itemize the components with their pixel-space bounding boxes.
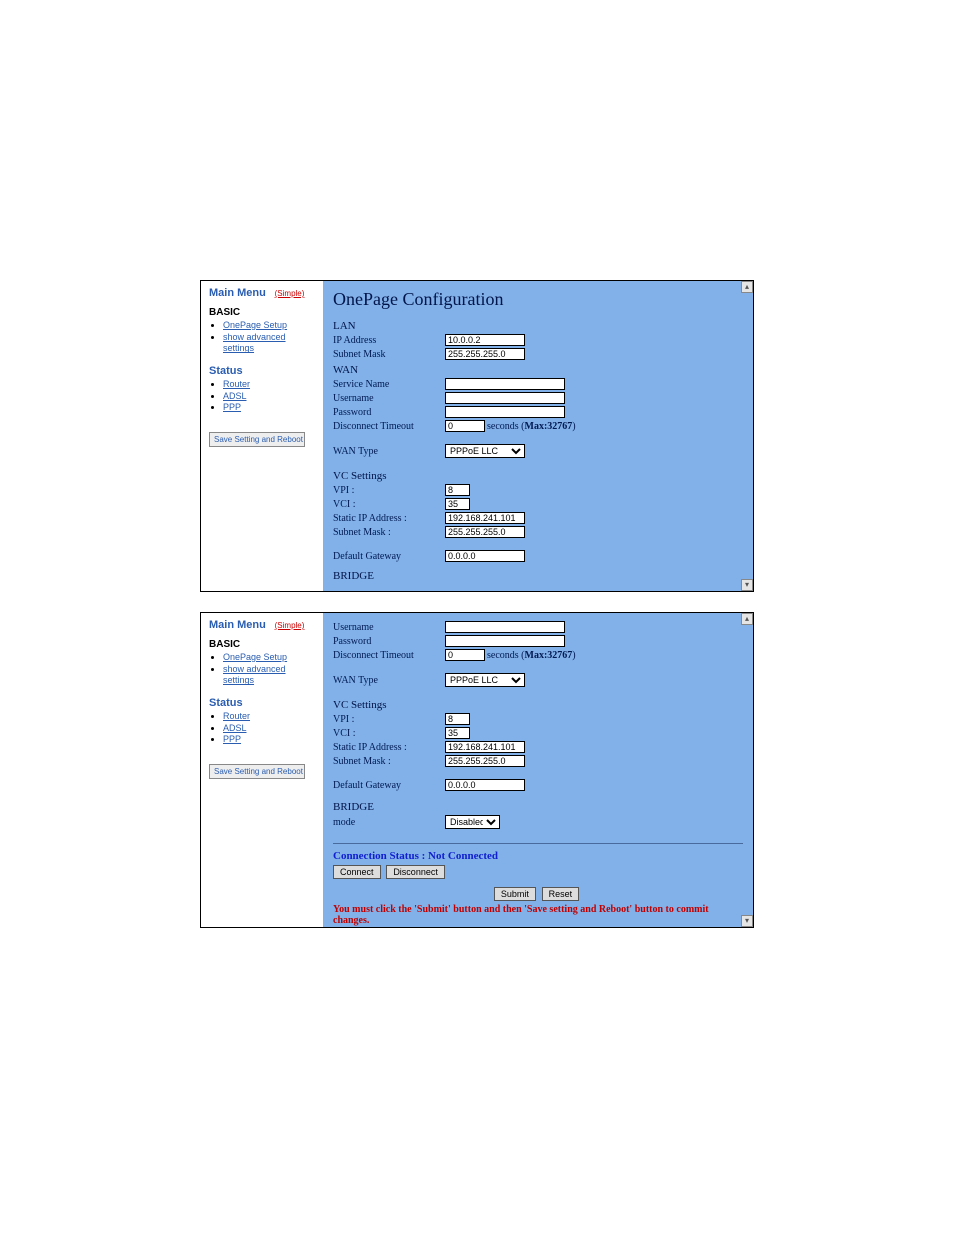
vc-hdr-b: VC Settings bbox=[333, 699, 743, 711]
conn-status: Connection Status : Not Connected bbox=[333, 850, 743, 862]
scroll-down-icon[interactable]: ▾ bbox=[741, 579, 753, 591]
sip-input[interactable] bbox=[445, 512, 525, 524]
nav-ppp-b[interactable]: PPP bbox=[223, 734, 241, 744]
mode-select[interactable]: Disabled bbox=[445, 815, 500, 829]
smask-label: Subnet Mask : bbox=[333, 527, 445, 538]
status-hdr-b: Status bbox=[209, 697, 319, 709]
reset-button[interactable]: Reset bbox=[542, 887, 580, 901]
content-bot: ▴ ▾ Username Password Disconnect Timeout… bbox=[323, 613, 753, 927]
ip-label: IP Address bbox=[333, 335, 445, 346]
vpi-input-b[interactable] bbox=[445, 713, 470, 725]
lan-hdr: LAN bbox=[333, 320, 743, 332]
status-hdr: Status bbox=[209, 365, 319, 377]
user-label-b: Username bbox=[333, 622, 445, 633]
save-reboot-button[interactable]: Save Setting and Reboot bbox=[209, 432, 305, 447]
nav-advanced-b[interactable]: show advanced settings bbox=[223, 664, 286, 686]
gw-input[interactable] bbox=[445, 550, 525, 562]
gw-input-b[interactable] bbox=[445, 779, 525, 791]
disc-note-b: seconds (Max:32767) bbox=[487, 650, 576, 661]
page-title: OnePage Configuration bbox=[333, 289, 743, 310]
nav-advanced[interactable]: show advanced settings bbox=[223, 332, 286, 354]
svc-label: Service Name bbox=[333, 379, 445, 390]
disconnect-button[interactable]: Disconnect bbox=[386, 865, 445, 879]
disc-label: Disconnect Timeout bbox=[333, 421, 445, 432]
bottom-panel: Main Menu (Simple) BASIC OnePage Setup s… bbox=[200, 612, 754, 928]
gw-label: Default Gateway bbox=[333, 551, 445, 562]
sip-label-b: Static IP Address : bbox=[333, 742, 445, 753]
bridge-hdr-b: BRIDGE bbox=[333, 801, 743, 813]
basic-hdr: BASIC bbox=[209, 307, 319, 318]
pass-input[interactable] bbox=[445, 406, 565, 418]
pass-label: Password bbox=[333, 407, 445, 418]
nav-router-b[interactable]: Router bbox=[223, 711, 250, 721]
ip-input[interactable] bbox=[445, 334, 525, 346]
sip-input-b[interactable] bbox=[445, 741, 525, 753]
vpi-label-b: VPI : bbox=[333, 714, 445, 725]
mask-input[interactable] bbox=[445, 348, 525, 360]
scroll-up-icon[interactable]: ▴ bbox=[741, 281, 753, 293]
nav-onepage[interactable]: OnePage Setup bbox=[223, 320, 287, 330]
simple-link[interactable]: (Simple) bbox=[275, 289, 305, 298]
vc-hdr: VC Settings bbox=[333, 470, 743, 482]
mask-label: Subnet Mask bbox=[333, 349, 445, 360]
vpi-input[interactable] bbox=[445, 484, 470, 496]
wan-hdr: WAN bbox=[333, 364, 743, 376]
sidebar-b: Main Menu (Simple) BASIC OnePage Setup s… bbox=[201, 613, 323, 927]
smask-input-b[interactable] bbox=[445, 755, 525, 767]
pass-label-b: Password bbox=[333, 636, 445, 647]
scroll-down-icon-b[interactable]: ▾ bbox=[741, 915, 753, 927]
bridge-hdr: BRIDGE bbox=[333, 570, 743, 582]
sip-label: Static IP Address : bbox=[333, 513, 445, 524]
vci-input[interactable] bbox=[445, 498, 470, 510]
main-menu-hdr-b: Main Menu bbox=[209, 619, 266, 631]
sidebar: Main Menu (Simple) BASIC OnePage Setup s… bbox=[201, 281, 323, 591]
user-label: Username bbox=[333, 393, 445, 404]
top-panel: Main Menu (Simple) BASIC OnePage Setup s… bbox=[200, 280, 754, 592]
wantype-label-b: WAN Type bbox=[333, 675, 445, 686]
divider bbox=[333, 843, 743, 844]
submit-button[interactable]: Submit bbox=[494, 887, 536, 901]
vci-label: VCI : bbox=[333, 499, 445, 510]
disc-note: seconds (Max:32767) bbox=[487, 421, 576, 432]
content-top: ▴ ▾ OnePage Configuration LAN IP Address… bbox=[323, 281, 753, 591]
simple-link-b[interactable]: (Simple) bbox=[275, 621, 305, 630]
gw-label-b: Default Gateway bbox=[333, 780, 445, 791]
disc-input-b[interactable] bbox=[445, 649, 485, 661]
disc-input[interactable] bbox=[445, 420, 485, 432]
basic-hdr-b: BASIC bbox=[209, 639, 319, 650]
disc-label-b: Disconnect Timeout bbox=[333, 650, 445, 661]
mode-label: mode bbox=[333, 817, 445, 828]
nav-router[interactable]: Router bbox=[223, 379, 250, 389]
nav-adsl-b[interactable]: ADSL bbox=[223, 723, 247, 733]
nav-onepage-b[interactable]: OnePage Setup bbox=[223, 652, 287, 662]
nav-ppp[interactable]: PPP bbox=[223, 402, 241, 412]
smask-label-b: Subnet Mask : bbox=[333, 756, 445, 767]
smask-input[interactable] bbox=[445, 526, 525, 538]
save-reboot-button-b[interactable]: Save Setting and Reboot bbox=[209, 764, 305, 779]
wantype-select-b[interactable]: PPPoE LLC bbox=[445, 673, 525, 687]
main-menu-hdr: Main Menu bbox=[209, 287, 266, 299]
scroll-up-icon-b[interactable]: ▴ bbox=[741, 613, 753, 625]
user-input[interactable] bbox=[445, 392, 565, 404]
user-input-b[interactable] bbox=[445, 621, 565, 633]
connect-button[interactable]: Connect bbox=[333, 865, 381, 879]
vci-label-b: VCI : bbox=[333, 728, 445, 739]
pass-input-b[interactable] bbox=[445, 635, 565, 647]
wantype-label: WAN Type bbox=[333, 446, 445, 457]
nav-adsl[interactable]: ADSL bbox=[223, 391, 247, 401]
warn-msg: You must click the 'Submit' button and t… bbox=[333, 904, 743, 926]
wantype-select[interactable]: PPPoE LLC bbox=[445, 444, 525, 458]
vpi-label: VPI : bbox=[333, 485, 445, 496]
svc-input[interactable] bbox=[445, 378, 565, 390]
vci-input-b[interactable] bbox=[445, 727, 470, 739]
